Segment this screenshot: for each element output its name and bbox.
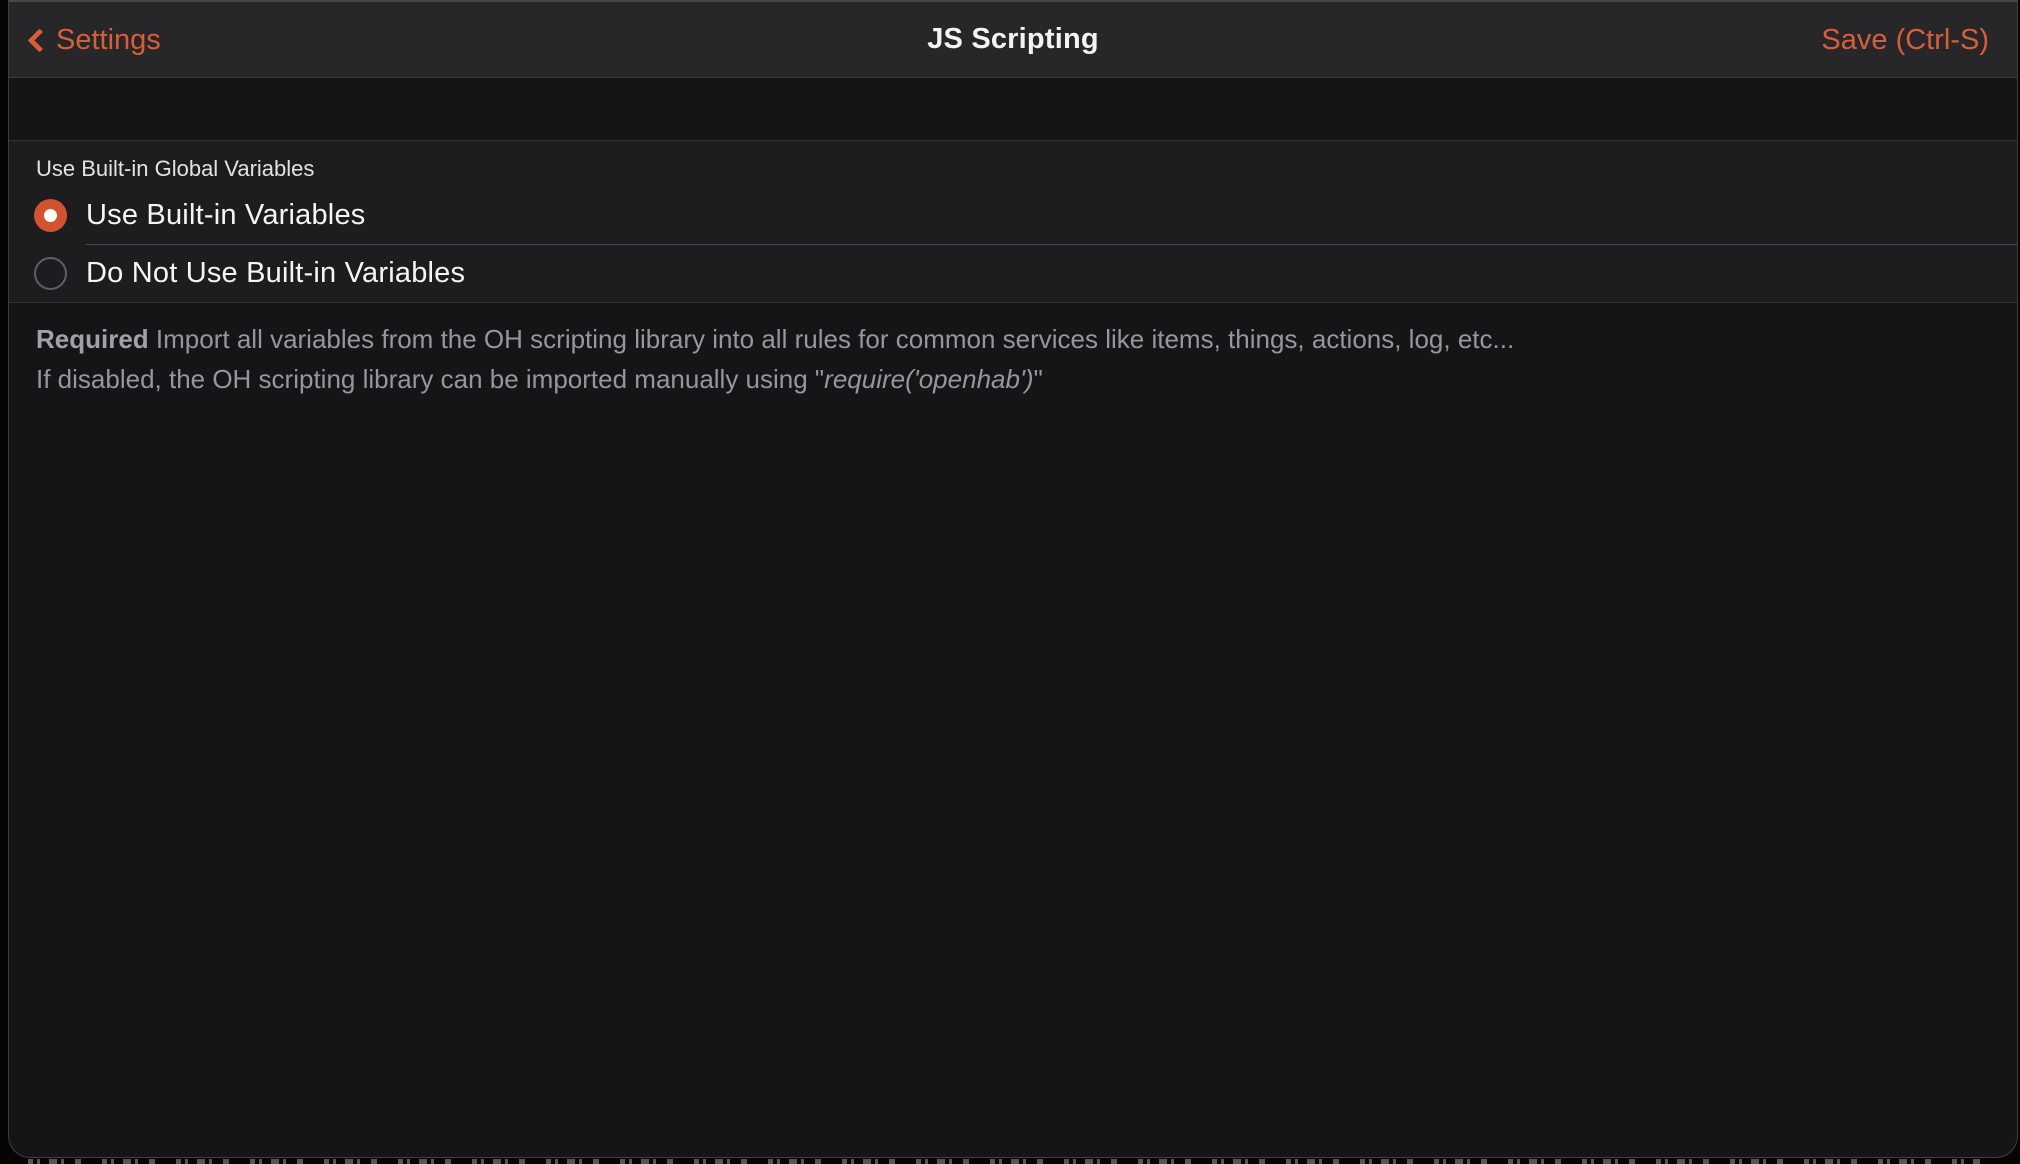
config-description: Required Import all variables from the O… (9, 303, 2017, 399)
back-button[interactable]: Settings (31, 2, 161, 78)
description-line2-suffix: " (1034, 364, 1043, 394)
radio-dot (44, 209, 57, 222)
config-group: Use Built-in Global Variables Use Built-… (9, 140, 2017, 303)
description-line-2: If disabled, the OH scripting library ca… (36, 359, 1977, 399)
radio-option-use-builtin-variables[interactable]: Use Built-in Variables (9, 186, 2017, 244)
radio-dot (44, 267, 57, 280)
description-line2-code: require('openhab') (824, 364, 1033, 394)
radio-option-label: Do Not Use Built-in Variables (86, 257, 465, 290)
radio-option-label: Use Built-in Variables (86, 199, 365, 232)
save-button[interactable]: Save (Ctrl-S) (1821, 2, 1989, 78)
radio-option-do-not-use-builtin-variables[interactable]: Do Not Use Built-in Variables (9, 244, 2017, 302)
radio-selected-icon[interactable] (34, 199, 67, 232)
config-group-label: Use Built-in Global Variables (9, 141, 2017, 186)
chevron-left-icon (27, 28, 51, 52)
cutoff-content-strip (28, 1159, 1980, 1164)
settings-window: Settings JS Scripting Save (Ctrl-S) Use … (8, 0, 2018, 1158)
content-spacer (9, 78, 2017, 140)
radio-unselected-icon[interactable] (34, 257, 67, 290)
page-title: JS Scripting (9, 23, 2017, 56)
back-button-label: Settings (56, 2, 161, 78)
navbar: Settings JS Scripting Save (Ctrl-S) (9, 2, 2017, 78)
required-badge: Required (36, 324, 149, 354)
description-line2-prefix: If disabled, the OH scripting library ca… (36, 364, 824, 394)
description-line-1: Required Import all variables from the O… (36, 319, 1977, 359)
description-line1-text: Import all variables from the OH scripti… (156, 324, 1514, 354)
